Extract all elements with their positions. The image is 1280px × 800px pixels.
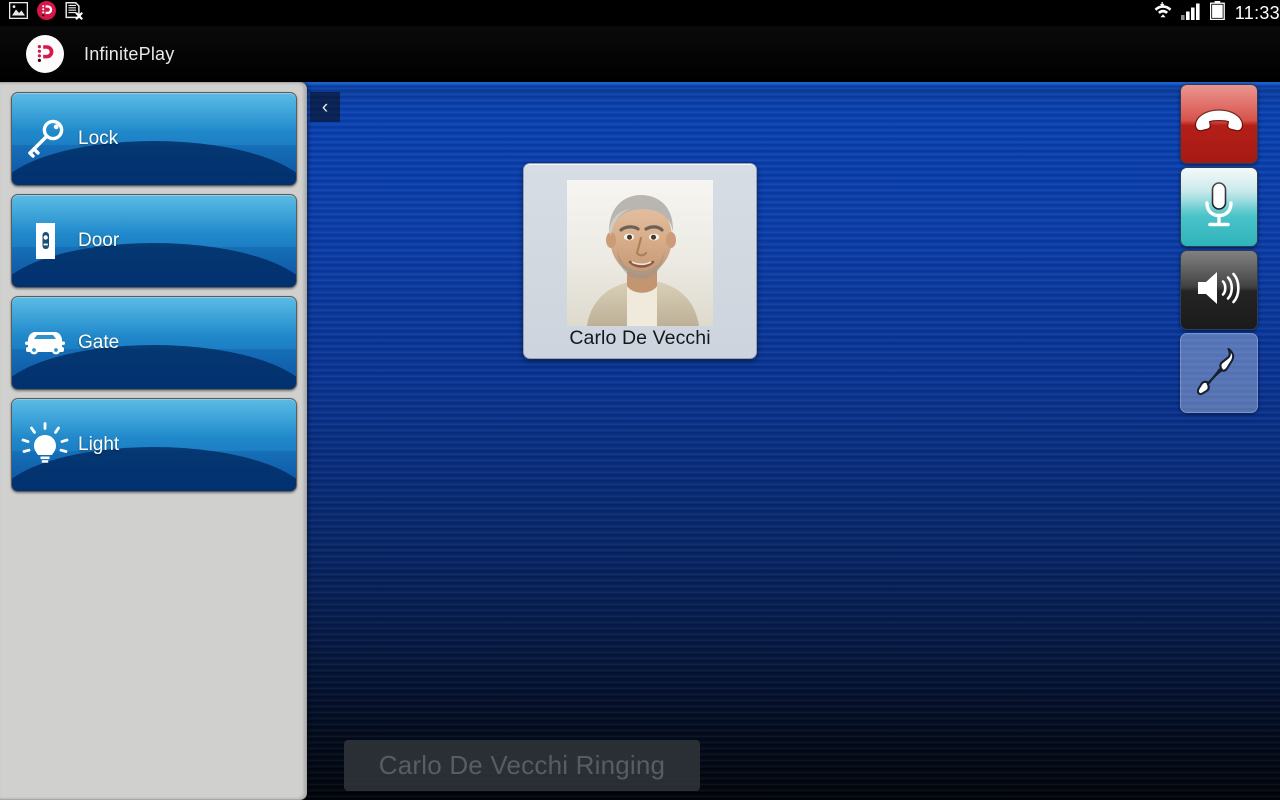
sidebar-item-label: Gate [78,332,120,353]
toast-message: Carlo De Vecchi Ringing [378,750,666,780]
gallery-image-icon [8,1,29,24]
infiniteplay-notification-icon [37,1,56,25]
contact-name: Carlo De Vecchi [569,327,711,349]
microphone-icon [1199,179,1239,236]
lightbulb-icon [12,422,78,468]
cellular-signal-icon [1180,1,1203,25]
microphone-button[interactable] [1180,167,1258,247]
android-status-bar: 11:33 [0,0,1280,26]
phone-handset-icon [1196,346,1241,401]
sidebar-item-gate[interactable]: Gate [11,296,297,390]
toast-notification: Carlo De Vecchi Ringing [344,740,700,791]
contact-card[interactable]: Carlo De Vecchi [523,163,757,359]
infiniteplay-logo-icon [26,35,64,73]
sidebar-item-door[interactable]: Door [11,194,297,288]
battery-icon [1209,1,1225,25]
chevron-left-icon: ‹ [321,96,329,118]
answer-button[interactable] [1180,333,1258,413]
phone-hangup-icon [1193,105,1245,144]
app-title: InfinitePlay [84,43,175,64]
status-bar-notification-icons [0,1,84,25]
sd-card-removed-icon [65,1,84,25]
wifi-icon [1152,1,1174,25]
key-icon [12,117,78,161]
sidebar-item-label: Light [78,434,120,455]
contact-photo [567,180,713,326]
door-icon [12,219,78,263]
speaker-button[interactable] [1180,250,1258,330]
sidebar-item-light[interactable]: Light [11,398,297,492]
sidebar-item-lock[interactable]: Lock [11,92,297,186]
car-icon [12,321,78,365]
app-title-bar: InfinitePlay [0,26,1280,82]
device-sidebar: Lock Door Gate Light [0,82,307,800]
sidebar-item-label: Door [78,230,120,251]
call-controls [1180,84,1260,416]
speaker-icon [1194,267,1244,314]
status-bar-clock: 11:33 [1234,2,1280,23]
sidebar-item-label: Lock [78,128,119,149]
status-bar-system-icons [1152,1,1235,25]
back-button[interactable]: ‹ [310,92,340,122]
hangup-button[interactable] [1180,84,1258,164]
